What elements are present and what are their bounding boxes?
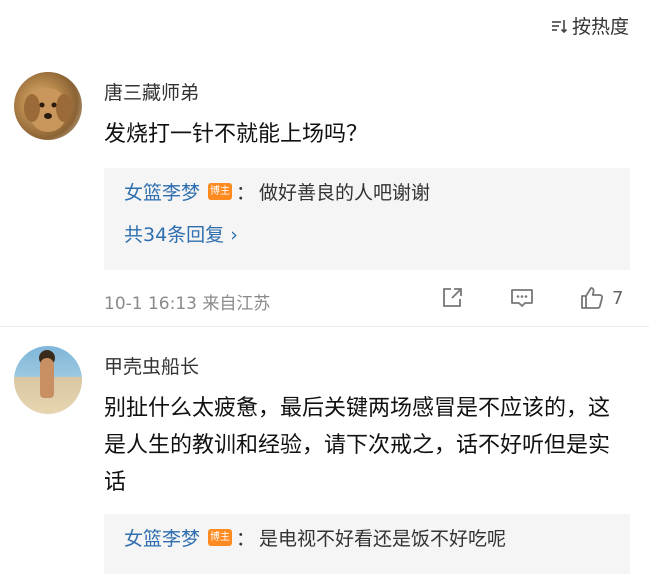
- reply-colon: ：: [236, 528, 256, 550]
- username[interactable]: 甲壳虫船长: [104, 352, 199, 379]
- blogger-badge: 博主: [208, 183, 233, 200]
- comment-actions: 7: [438, 284, 638, 316]
- reply-author[interactable]: 女篮李梦: [124, 178, 200, 205]
- dog-avatar-image: [24, 88, 72, 132]
- share-button[interactable]: [438, 284, 466, 312]
- username[interactable]: 唐三藏师弟: [104, 78, 199, 105]
- reply-colon: ：: [236, 182, 256, 204]
- comment-icon: [511, 289, 533, 307]
- blogger-badge: 博主: [208, 529, 233, 546]
- avatar-figure-body: [40, 358, 54, 398]
- timestamp: 10-1 16:13: [104, 294, 197, 314]
- sort-icon: [550, 17, 568, 35]
- comment-divider: [0, 326, 649, 327]
- reply-line: 女篮李梦 博主 ： 做好善良的人吧谢谢: [124, 178, 430, 205]
- like-count: 7: [612, 287, 624, 309]
- reply-box[interactable]: 女篮李梦 博主 ： 是电视不好看还是饭不好吃呢: [104, 514, 630, 574]
- comment-text: 别扯什么太疲惫，最后关键两场感冒是不应该的，这是人生的教训和经验，请下次戒之，话…: [104, 396, 611, 495]
- share-icon: [443, 288, 462, 307]
- reply-text: 是电视不好看还是饭不好吃呢: [259, 528, 507, 550]
- comment-meta: 10-1 16:13 来自江苏: [104, 289, 270, 314]
- source-location: 来自江苏: [202, 294, 271, 314]
- sort-by-hot-button[interactable]: 按热度: [550, 12, 629, 39]
- thumbs-up-icon: [581, 287, 604, 309]
- view-replies-link[interactable]: 共34条回复 ›: [124, 220, 238, 247]
- reply-text: 做好善良的人吧谢谢: [259, 182, 431, 204]
- reply-line: 女篮李梦 博主 ： 是电视不好看还是饭不好吃呢: [124, 524, 506, 551]
- avatar[interactable]: [14, 346, 82, 414]
- reply-box[interactable]: 女篮李梦 博主 ： 做好善良的人吧谢谢 共34条回复 ›: [104, 168, 630, 270]
- avatar[interactable]: [14, 72, 82, 140]
- like-button[interactable]: 7: [578, 284, 623, 312]
- sort-label: 按热度: [571, 16, 629, 38]
- comment-button[interactable]: [508, 284, 536, 312]
- reply-author[interactable]: 女篮李梦: [124, 524, 200, 551]
- comment-text: 发烧打一针不就能上场吗？: [104, 122, 369, 147]
